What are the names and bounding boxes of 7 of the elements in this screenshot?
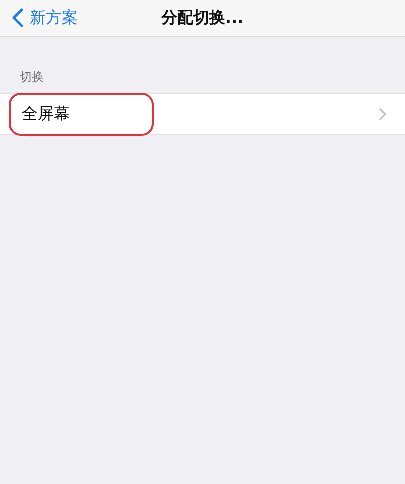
section-header: 切换 bbox=[19, 69, 45, 86]
chevron-icon bbox=[379, 108, 387, 120]
page-title: 分配切换... bbox=[161, 7, 244, 29]
list-row[interactable]: 全屏幕 bbox=[0, 93, 405, 135]
row-label: 全屏幕 bbox=[22, 103, 70, 125]
back-button[interactable]: 新方案 bbox=[8, 4, 82, 32]
back-icon bbox=[12, 8, 24, 28]
